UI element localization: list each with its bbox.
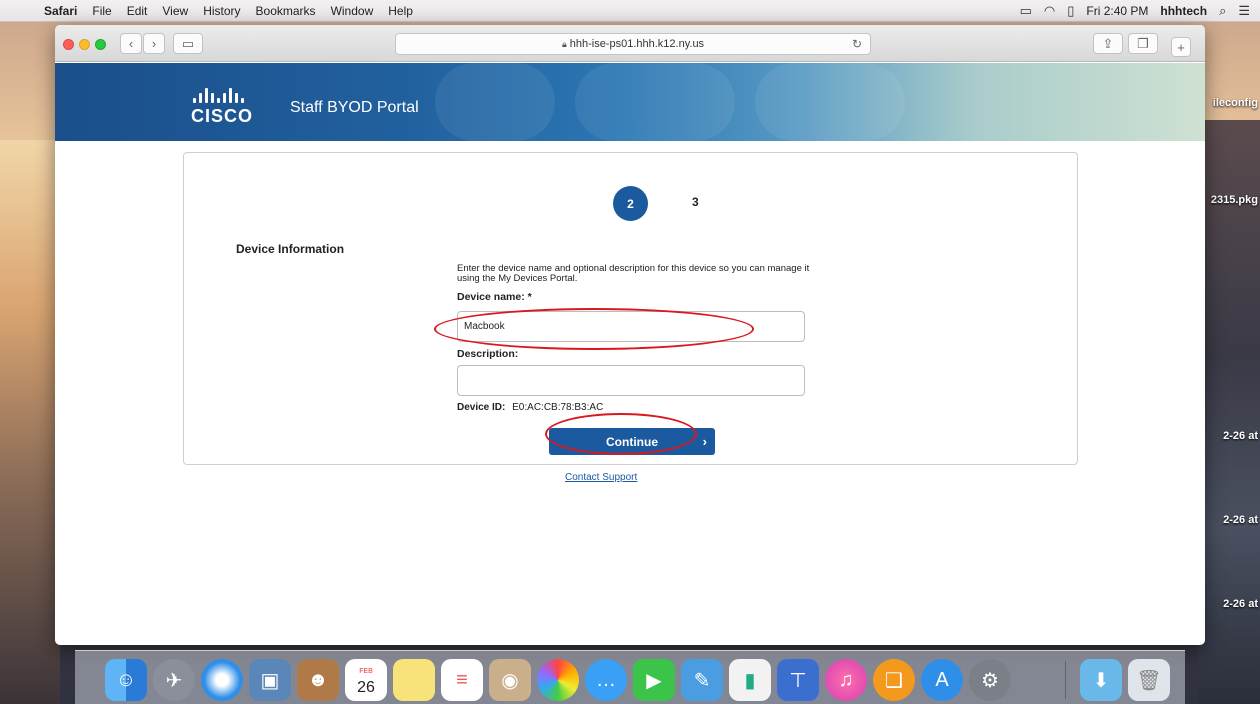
section-title: Device Information	[236, 242, 345, 256]
photo-booth-icon[interactable]: ◉	[489, 659, 531, 701]
system-preferences-icon[interactable]: ⚙	[969, 659, 1011, 701]
continue-button[interactable]: Continue ›	[549, 428, 715, 455]
instructions-text: Enter the device name and optional descr…	[457, 263, 810, 284]
desktop-file-label[interactable]: 2-26 at	[1223, 514, 1258, 526]
downloads-folder-icon[interactable]: ⬇	[1080, 659, 1122, 701]
zoom-window-button[interactable]	[95, 39, 106, 50]
calendar-day: 26	[357, 679, 375, 696]
chevron-right-icon: ›	[151, 36, 157, 51]
battery-icon[interactable]: ▯	[1067, 3, 1074, 19]
device-id: Device ID: E0:AC:CB:78:B3:AC	[457, 402, 603, 413]
device-name-input[interactable]: Macbook	[457, 311, 805, 342]
menu-history[interactable]: History	[203, 4, 240, 18]
textedit-icon[interactable]: ✎	[681, 659, 723, 701]
address-url: hhh-ise-ps01.hhh.k12.ny.us	[569, 38, 705, 50]
continue-label: Continue	[606, 434, 658, 449]
ibooks-icon[interactable]: ❑	[873, 659, 915, 701]
header-decoration	[435, 63, 555, 141]
tabs-button[interactable]: ❐	[1128, 33, 1158, 54]
facetime-icon[interactable]: ▶	[633, 659, 675, 701]
menu-help[interactable]: Help	[388, 4, 413, 18]
share-button[interactable]: ⇪	[1093, 33, 1123, 54]
finder-icon[interactable]: ☺	[105, 659, 147, 701]
desktop-mountain-left	[0, 140, 60, 704]
desktop-file-label[interactable]: 2315.pkg	[1211, 194, 1258, 206]
sidebar-toggle-button[interactable]: ▭	[173, 33, 203, 54]
device-id-label: Device ID:	[457, 402, 506, 413]
device-id-value: E0:AC:CB:78:B3:AC	[512, 402, 604, 413]
back-button[interactable]: ‹	[120, 33, 142, 54]
lock-icon: 🔒︎	[561, 38, 567, 49]
spotlight-icon[interactable]: ⌕	[1219, 3, 1226, 19]
menu-bookmarks[interactable]: Bookmarks	[256, 4, 316, 18]
portal-title: Staff BYOD Portal	[290, 99, 419, 116]
address-bar[interactable]: 🔒︎ hhh-ise-ps01.hhh.k12.ny.us ↻	[395, 33, 871, 55]
keynote-icon[interactable]: ⊤	[777, 659, 819, 701]
description-input[interactable]	[457, 365, 805, 396]
contact-support-link[interactable]: Contact Support	[565, 472, 637, 483]
browser-toolbar: ‹ › ▭ 🔒︎ hhh-ise-ps01.hhh.k12.ny.us ↻ ⇪ …	[55, 25, 1205, 62]
dock: ☺ ✈ ✦ ▣ ☻ FEB 26 ≡ ◉ … ▶ ✎ ▮ ⊤ ♫ ❑ A ⚙ ⬇…	[75, 650, 1185, 704]
menu-edit[interactable]: Edit	[127, 4, 148, 18]
safari-window: ‹ › ▭ 🔒︎ hhh-ise-ps01.hhh.k12.ny.us ↻ ⇪ …	[55, 25, 1205, 645]
device-info-card: 2 3 Device Information Enter the device …	[183, 152, 1078, 465]
cisco-logo-text: CISCO	[191, 106, 254, 126]
forward-button[interactable]: ›	[143, 33, 165, 54]
desktop-file-label[interactable]: ileconfig	[1213, 97, 1258, 109]
menu-bar-status-area: ▭ ◠ ▯ Fri 2:40 PM hhhtech ⌕ ☰	[1020, 0, 1250, 22]
step-indicator-current: 2	[613, 186, 648, 221]
calendar-month: FEB	[359, 668, 373, 675]
app-store-icon[interactable]: A	[921, 659, 963, 701]
preview-icon[interactable]: ▣	[249, 659, 291, 701]
calendar-icon[interactable]: FEB 26	[345, 659, 387, 701]
trash-icon[interactable]: 🗑︎	[1128, 659, 1170, 701]
header-decoration	[575, 63, 735, 141]
minimize-window-button[interactable]	[79, 39, 90, 50]
desktop-file-label[interactable]: 2-26 at	[1223, 430, 1258, 442]
photos-icon[interactable]	[537, 659, 579, 701]
desktop-file-label[interactable]: 2-26 at	[1223, 598, 1258, 610]
wifi-icon[interactable]: ◠	[1044, 3, 1055, 19]
airplay-icon[interactable]: ▭	[1020, 3, 1032, 19]
close-window-button[interactable]	[63, 39, 74, 50]
notes-icon[interactable]	[393, 659, 435, 701]
header-decoration	[755, 63, 905, 141]
sidebar-icon: ▭	[181, 35, 195, 51]
itunes-icon[interactable]: ♫	[825, 659, 867, 701]
step-indicator-next: 3	[692, 195, 699, 209]
cisco-logo-icon	[193, 88, 244, 103]
menu-window[interactable]: Window	[331, 4, 374, 18]
tabs-icon: ❐	[1137, 35, 1149, 51]
menu-app-safari[interactable]: Safari	[44, 4, 77, 18]
description-label: Description:	[457, 348, 519, 360]
chevron-right-icon: ›	[702, 434, 707, 449]
desktop-mountain-right	[1198, 120, 1260, 704]
device-name-label: Device name: *	[457, 291, 532, 303]
chevron-left-icon: ‹	[128, 36, 134, 51]
menu-view[interactable]: View	[162, 4, 188, 18]
new-tab-button[interactable]: +	[1171, 37, 1191, 57]
dock-separator	[1065, 661, 1066, 699]
menu-bar-user[interactable]: hhhtech	[1160, 4, 1207, 18]
numbers-icon[interactable]: ▮	[729, 659, 771, 701]
share-icon: ⇪	[1102, 35, 1114, 51]
reminders-icon[interactable]: ≡	[441, 659, 483, 701]
plus-icon: +	[1177, 39, 1185, 55]
reload-icon[interactable]: ↻	[852, 37, 862, 51]
messages-icon[interactable]: …	[585, 659, 627, 701]
launchpad-icon[interactable]: ✈	[153, 659, 195, 701]
menu-bar: Safari File Edit View History Bookmarks …	[0, 0, 1260, 22]
menu-bar-clock[interactable]: Fri 2:40 PM	[1086, 4, 1148, 18]
notification-center-icon[interactable]: ☰	[1238, 3, 1250, 19]
safari-icon[interactable]: ✦	[201, 659, 243, 701]
contacts-icon[interactable]: ☻	[297, 659, 339, 701]
menu-file[interactable]: File	[92, 4, 111, 18]
